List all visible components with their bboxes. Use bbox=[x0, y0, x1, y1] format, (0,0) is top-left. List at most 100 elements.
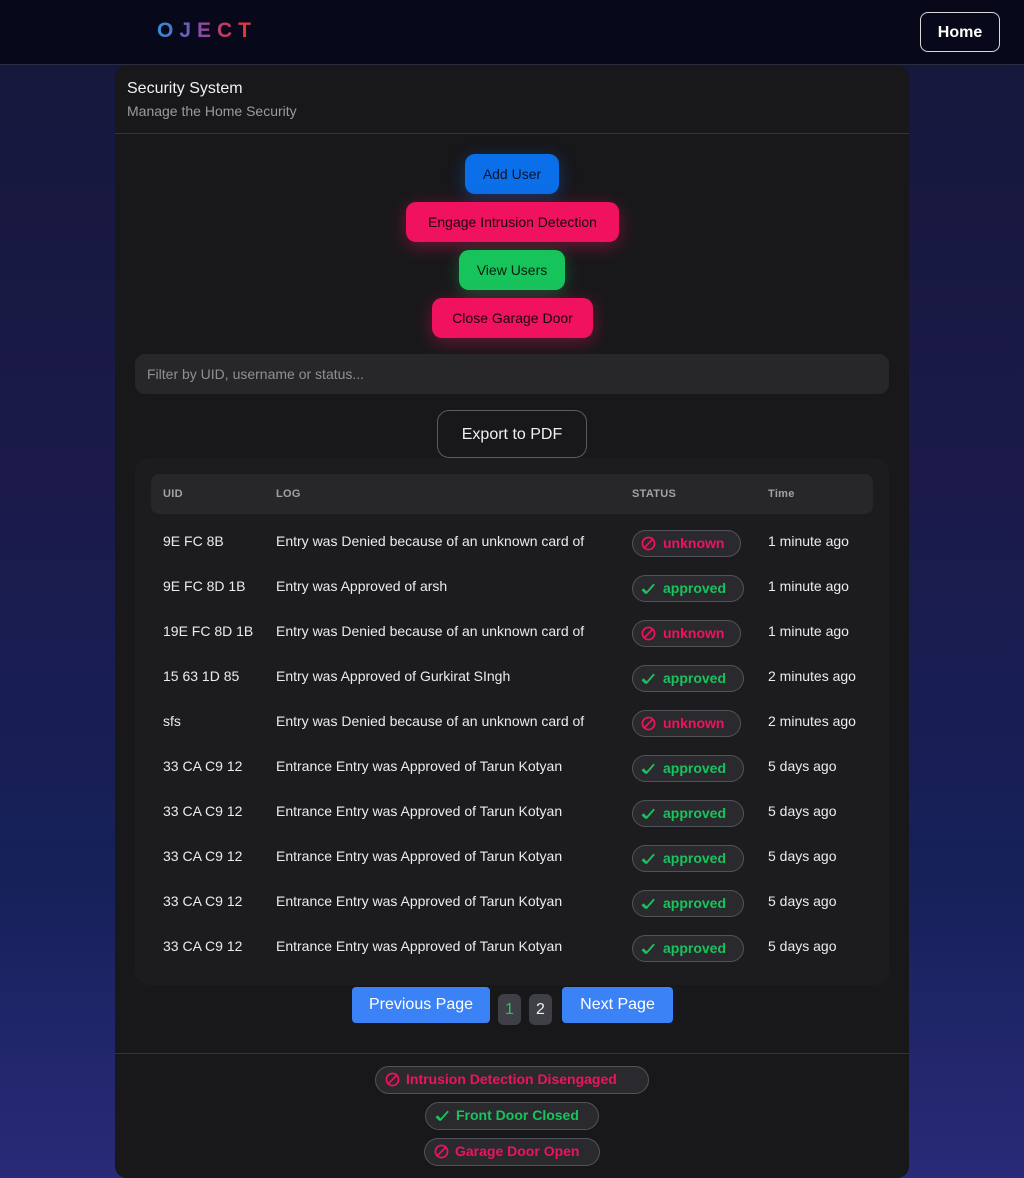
status-text: unknown bbox=[663, 625, 725, 641]
cell-uid: 19E FC 8D 1B bbox=[163, 623, 254, 639]
cell-uid: 33 CA C9 12 bbox=[163, 848, 243, 864]
status-badge: approved bbox=[632, 845, 744, 872]
table-row[interactable]: 15 63 1D 85 Entry was Approved of Gurkira… bbox=[151, 654, 873, 699]
table-row[interactable]: 9E FC 8D 1B Entry was Approved of arsh app… bbox=[151, 564, 873, 609]
status-text: approved bbox=[663, 895, 727, 911]
brand-logo[interactable]: OJECT bbox=[157, 19, 257, 43]
cell-log: Entrance Entry was Approved of Tarun Kot… bbox=[276, 758, 563, 774]
export-pdf-button[interactable]: Export to PDF bbox=[437, 410, 587, 458]
home-button[interactable]: Home bbox=[920, 12, 1000, 52]
status-badge: approved bbox=[632, 665, 744, 692]
status-badge: unknown bbox=[632, 530, 741, 557]
cell-log: Entry was Approved of arsh bbox=[276, 578, 448, 594]
cell-time: 5 days ago bbox=[768, 938, 837, 954]
footer-divider bbox=[115, 1053, 909, 1054]
check-icon bbox=[641, 673, 655, 685]
table-row[interactable]: 19E FC 8D 1B Entry was Denied because of … bbox=[151, 609, 873, 654]
status-text: approved bbox=[663, 805, 727, 821]
cell-uid: 33 CA C9 12 bbox=[163, 893, 243, 909]
header-log[interactable]: LOG bbox=[276, 474, 301, 514]
status-badge: approved bbox=[632, 890, 744, 917]
intrusion-status-badge: Intrusion Detection Disengaged bbox=[375, 1066, 649, 1094]
cell-uid: 33 CA C9 12 bbox=[163, 938, 243, 954]
cell-time: 1 minute ago bbox=[768, 623, 849, 639]
ban-icon bbox=[641, 536, 656, 551]
table-row[interactable]: 9E FC 8B Entry was Denied because of an u… bbox=[151, 519, 873, 564]
check-icon bbox=[641, 763, 655, 775]
cell-uid: sfs bbox=[163, 713, 181, 729]
table-row[interactable]: 33 CA C9 12 Entrance Entry was Approved o… bbox=[151, 834, 873, 879]
logs-table: UID LOG STATUS Time 9E FC 8B Entry was De… bbox=[135, 458, 889, 985]
header-time[interactable]: Time bbox=[768, 474, 795, 514]
cell-time: 2 minutes ago bbox=[768, 668, 856, 684]
status-text: unknown bbox=[663, 715, 725, 731]
table-row[interactable]: 33 CA C9 12 Entrance Entry was Approved o… bbox=[151, 744, 873, 789]
filter-input[interactable] bbox=[135, 354, 889, 394]
cell-uid: 33 CA C9 12 bbox=[163, 803, 243, 819]
status-text: approved bbox=[663, 850, 727, 866]
cell-uid: 9E FC 8B bbox=[163, 533, 224, 549]
security-card: Security System Manage the Home Security… bbox=[115, 65, 909, 1178]
cell-uid: 15 63 1D 85 bbox=[163, 668, 240, 684]
cell-log: Entrance Entry was Approved of Tarun Kot… bbox=[276, 938, 563, 954]
cell-log: Entry was Denied because of an unknown c… bbox=[276, 623, 585, 639]
status-text: approved bbox=[663, 580, 727, 596]
ban-icon bbox=[434, 1144, 449, 1159]
page-number-1[interactable]: 1 bbox=[498, 994, 521, 1025]
cell-uid: 33 CA C9 12 bbox=[163, 758, 243, 774]
card-header: Security System Manage the Home Security bbox=[115, 65, 909, 134]
cell-log: Entry was Denied because of an unknown c… bbox=[276, 533, 585, 549]
next-page-button[interactable]: Next Page bbox=[562, 987, 673, 1023]
card-subtitle: Manage the Home Security bbox=[127, 103, 297, 119]
cell-log: Entrance Entry was Approved of Tarun Kot… bbox=[276, 893, 563, 909]
navbar: OJECT Home bbox=[0, 0, 1024, 65]
page-number-2[interactable]: 2 bbox=[529, 994, 552, 1025]
cell-time: 1 minute ago bbox=[768, 578, 849, 594]
cell-uid: 9E FC 8D 1B bbox=[163, 578, 246, 594]
check-icon bbox=[641, 943, 655, 955]
front-door-status-badge: Front Door Closed bbox=[425, 1102, 599, 1130]
status-text: approved bbox=[663, 760, 727, 776]
view-users-button[interactable]: View Users bbox=[459, 250, 565, 290]
cell-time: 5 days ago bbox=[768, 803, 837, 819]
cell-log: Entrance Entry was Approved of Tarun Kot… bbox=[276, 848, 563, 864]
cell-time: 5 days ago bbox=[768, 758, 837, 774]
status-text: unknown bbox=[663, 535, 725, 551]
table-row[interactable]: sfs Entry was Denied because of an unknow… bbox=[151, 699, 873, 744]
table-row[interactable]: 33 CA C9 12 Entrance Entry was Approved o… bbox=[151, 924, 873, 969]
cell-time: 5 days ago bbox=[768, 893, 837, 909]
status-badge: unknown bbox=[632, 710, 741, 737]
header-status[interactable]: STATUS bbox=[632, 474, 676, 514]
header-uid[interactable]: UID bbox=[163, 474, 183, 514]
cell-log: Entry was Denied because of an unknown c… bbox=[276, 713, 585, 729]
ban-icon bbox=[385, 1072, 400, 1087]
check-icon bbox=[641, 898, 655, 910]
status-badge: unknown bbox=[632, 620, 741, 647]
table-row[interactable]: 33 CA C9 12 Entrance Entry was Approved o… bbox=[151, 879, 873, 924]
garage-door-status-text: Garage Door Open bbox=[455, 1143, 580, 1159]
status-badge: approved bbox=[632, 935, 744, 962]
cell-time: 1 minute ago bbox=[768, 533, 849, 549]
status-text: approved bbox=[663, 940, 727, 956]
close-garage-button[interactable]: Close Garage Door bbox=[432, 298, 593, 338]
cell-time: 5 days ago bbox=[768, 848, 837, 864]
cell-log: Entrance Entry was Approved of Tarun Kot… bbox=[276, 803, 563, 819]
previous-page-button[interactable]: Previous Page bbox=[352, 987, 490, 1023]
check-icon bbox=[641, 853, 655, 865]
intrusion-status-text: Intrusion Detection Disengaged bbox=[406, 1071, 617, 1087]
check-icon bbox=[435, 1110, 449, 1122]
status-text: approved bbox=[663, 670, 727, 686]
add-user-button[interactable]: Add User bbox=[465, 154, 559, 194]
status-badge: approved bbox=[632, 575, 744, 602]
table-row[interactable]: 33 CA C9 12 Entrance Entry was Approved o… bbox=[151, 789, 873, 834]
check-icon bbox=[641, 583, 655, 595]
ban-icon bbox=[641, 626, 656, 641]
ban-icon bbox=[641, 716, 656, 731]
card-title: Security System bbox=[127, 80, 243, 97]
cell-time: 2 minutes ago bbox=[768, 713, 856, 729]
engage-intrusion-button[interactable]: Engage Intrusion Detection bbox=[406, 202, 619, 242]
check-icon bbox=[641, 808, 655, 820]
status-badge: approved bbox=[632, 800, 744, 827]
table-header: UID LOG STATUS Time bbox=[151, 474, 873, 514]
status-badge: approved bbox=[632, 755, 744, 782]
